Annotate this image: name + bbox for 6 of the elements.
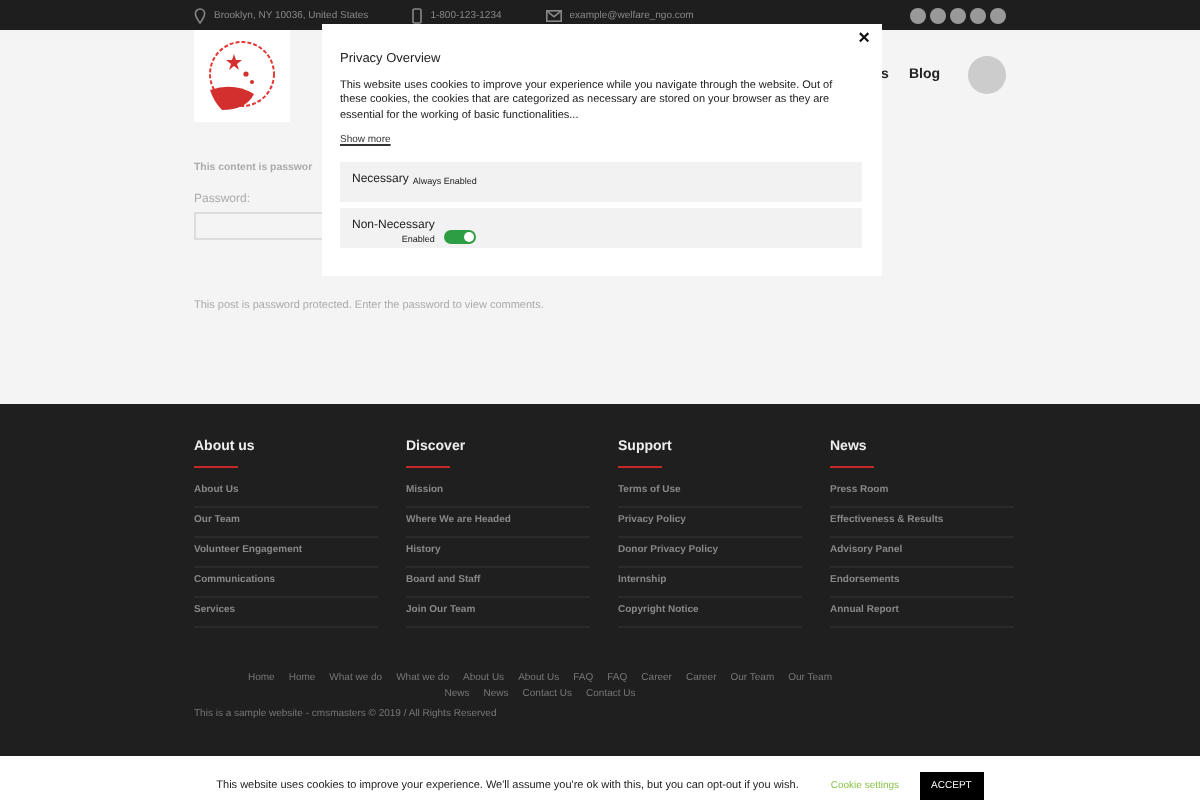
location-icon — [194, 7, 206, 23]
toggle-switch[interactable] — [444, 229, 477, 244]
phone-icon — [412, 7, 423, 23]
mail-icon — [545, 9, 562, 21]
logo-icon — [194, 30, 290, 122]
close-button[interactable]: × — [858, 30, 870, 50]
